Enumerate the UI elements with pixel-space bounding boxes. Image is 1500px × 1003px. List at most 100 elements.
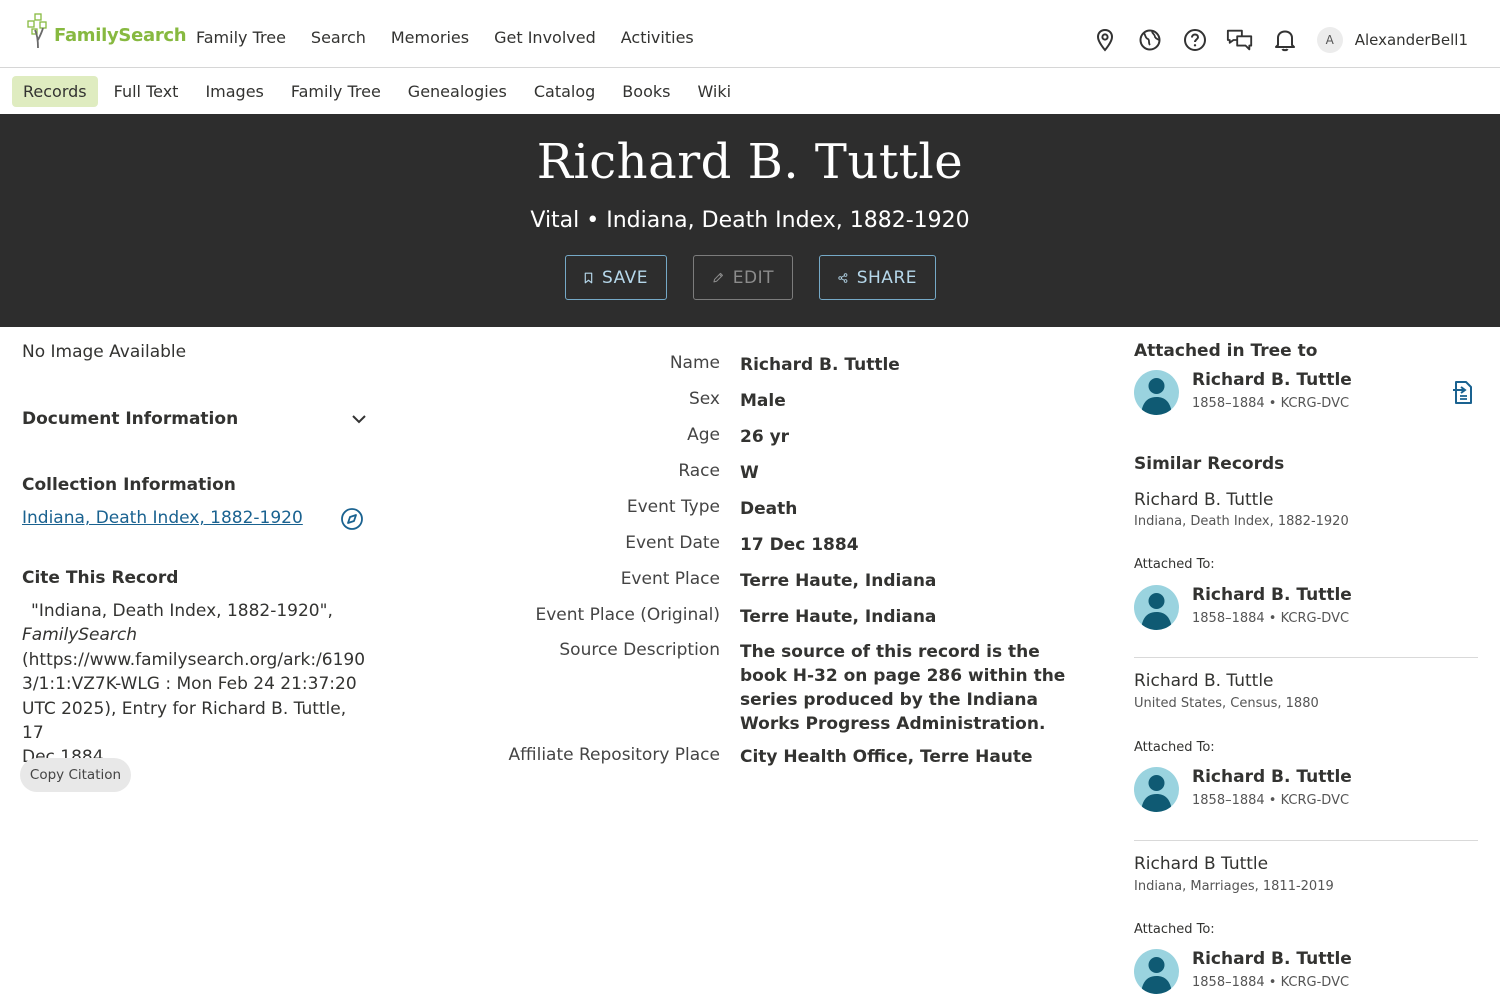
similar-person-card[interactable]: Richard B. Tuttle 1858–1884 • KCRG-DVC bbox=[1134, 949, 1478, 997]
citation-line-3: (https://www.familysearch.org/ark:/6190 bbox=[22, 649, 366, 670]
edit-button[interactable]: EDIT bbox=[693, 255, 793, 300]
detail-label-event-place-original: Event Place (Original) bbox=[535, 605, 721, 625]
tab-family-tree[interactable]: Family Tree bbox=[280, 76, 392, 107]
person-name: Richard B. Tuttle bbox=[1192, 949, 1352, 969]
person-name: Richard B. Tuttle bbox=[1192, 370, 1352, 390]
detail-label-name: Name bbox=[669, 353, 720, 373]
detail-value-affiliate-repository-place: City Health Office, Terre Haute bbox=[740, 747, 1033, 767]
compass-icon[interactable] bbox=[340, 507, 364, 531]
person-avatar-icon bbox=[1134, 767, 1179, 812]
detail-row: Event Date 17 Dec 1884 bbox=[420, 533, 1110, 569]
nav-get-involved[interactable]: Get Involved bbox=[494, 28, 596, 47]
share-button-label: SHARE bbox=[856, 267, 917, 288]
globe-icon[interactable] bbox=[1136, 26, 1164, 54]
save-button[interactable]: SAVE bbox=[565, 255, 667, 300]
detail-row: Event Place Terre Haute, Indiana bbox=[420, 569, 1110, 605]
pencil-icon bbox=[713, 272, 723, 282]
attached-person-card[interactable]: Richard B. Tuttle 1858–1884 • KCRG-DVC bbox=[1134, 370, 1478, 418]
detail-row: Race W bbox=[420, 461, 1110, 497]
record-hero: Richard B. Tuttle Vital • Indiana, Death… bbox=[0, 114, 1500, 327]
messages-icon[interactable] bbox=[1226, 26, 1254, 54]
attached-to-label: Attached To: bbox=[1134, 922, 1215, 937]
detail-label-event-date: Event Date bbox=[625, 533, 720, 553]
detail-value-event-type: Death bbox=[740, 499, 798, 519]
nav-family-tree[interactable]: Family Tree bbox=[196, 28, 286, 47]
help-icon[interactable] bbox=[1181, 26, 1209, 54]
similar-record-collection: Indiana, Death Index, 1882-1920 bbox=[1134, 514, 1349, 529]
share-button[interactable]: SHARE bbox=[819, 255, 936, 300]
citation-line-5: UTC 2025), Entry for Richard B. Tuttle, … bbox=[22, 698, 347, 744]
tab-records[interactable]: Records bbox=[12, 75, 98, 107]
bookmark-icon bbox=[584, 272, 593, 283]
similar-record-collection: Indiana, Marriages, 1811-2019 bbox=[1134, 879, 1334, 894]
similar-record-collection: United States, Census, 1880 bbox=[1134, 696, 1319, 711]
detail-row: Event Place (Original) Terre Haute, Indi… bbox=[420, 605, 1110, 640]
tab-wiki[interactable]: Wiki bbox=[686, 76, 742, 107]
copy-citation-button[interactable]: Copy Citation bbox=[20, 758, 131, 792]
top-navigation-bar: FamilySearch Family Tree Search Memories… bbox=[0, 0, 1500, 68]
person-lifespan-id: 1858–1884 • KCRG-DVC bbox=[1192, 396, 1350, 411]
divider bbox=[1134, 840, 1478, 841]
detail-row: Event Type Death bbox=[420, 497, 1110, 533]
detail-value-race: W bbox=[740, 463, 759, 483]
edit-button-label: EDIT bbox=[732, 267, 774, 288]
attached-in-tree-heading: Attached in Tree to bbox=[1134, 341, 1318, 361]
detail-value-event-date: 17 Dec 1884 bbox=[740, 535, 859, 555]
nav-memories[interactable]: Memories bbox=[391, 28, 469, 47]
detail-label-race: Race bbox=[678, 461, 720, 481]
detail-label-source-description: Source Description bbox=[559, 640, 720, 660]
tree-document-icon[interactable] bbox=[1452, 380, 1474, 406]
record-actions: SAVE EDIT SHARE bbox=[0, 255, 1500, 300]
collection-information-heading: Collection Information bbox=[22, 475, 236, 495]
detail-row: Sex Male bbox=[420, 389, 1110, 425]
similar-person-card[interactable]: Richard B. Tuttle 1858–1884 • KCRG-DVC bbox=[1134, 767, 1478, 815]
similar-person-card[interactable]: Richard B. Tuttle 1858–1884 • KCRG-DVC bbox=[1134, 585, 1478, 633]
detail-label-event-place: Event Place bbox=[620, 569, 720, 589]
familysearch-logo[interactable]: FamilySearch bbox=[26, 12, 187, 52]
user-avatar[interactable]: A bbox=[1316, 27, 1343, 53]
cite-this-record-heading: Cite This Record bbox=[22, 568, 179, 588]
tree-logo-icon bbox=[27, 13, 47, 49]
citation-line-4: 3/1:1:VZ7K-WLG : Mon Feb 24 21:37:20 bbox=[22, 674, 357, 695]
tab-catalog[interactable]: Catalog bbox=[523, 76, 606, 107]
tab-genealogies[interactable]: Genealogies bbox=[397, 76, 518, 107]
chevron-down-icon bbox=[352, 415, 366, 424]
record-details: Name Richard B. Tuttle Sex Male Age 26 y… bbox=[420, 353, 1110, 781]
notifications-bell-icon[interactable] bbox=[1271, 26, 1299, 54]
username[interactable]: AlexanderBell1 bbox=[1355, 31, 1468, 49]
tab-full-text[interactable]: Full Text bbox=[103, 76, 190, 107]
person-name: Richard B. Tuttle bbox=[1192, 585, 1352, 605]
person-lifespan-id: 1858–1884 • KCRG-DVC bbox=[1192, 793, 1350, 808]
person-lifespan-id: 1858–1884 • KCRG-DVC bbox=[1192, 611, 1350, 626]
detail-row: Name Richard B. Tuttle bbox=[420, 353, 1110, 389]
collection-link[interactable]: Indiana, Death Index, 1882-1920 bbox=[22, 508, 303, 528]
tab-images[interactable]: Images bbox=[194, 76, 274, 107]
document-information-toggle[interactable]: Document Information bbox=[22, 409, 367, 429]
search-subnav: Records Full Text Images Family Tree Gen… bbox=[0, 68, 1500, 114]
detail-value-event-place: Terre Haute, Indiana bbox=[740, 571, 937, 591]
citation-line-1: "Indiana, Death Index, 1882-1920", bbox=[31, 601, 333, 621]
attached-to-label: Attached To: bbox=[1134, 740, 1215, 755]
detail-value-age: 26 yr bbox=[740, 427, 790, 447]
similar-record-title[interactable]: Richard B Tuttle bbox=[1134, 854, 1268, 874]
person-lifespan-id: 1858–1884 • KCRG-DVC bbox=[1192, 975, 1350, 990]
similar-record-title[interactable]: Richard B. Tuttle bbox=[1134, 490, 1274, 510]
record-title: Richard B. Tuttle bbox=[536, 134, 964, 190]
person-avatar-icon bbox=[1134, 585, 1179, 630]
detail-row: Age 26 yr bbox=[420, 425, 1110, 461]
detail-value-source-description: The source of this record is the book H-… bbox=[740, 642, 1066, 734]
similar-record-title[interactable]: Richard B. Tuttle bbox=[1134, 671, 1274, 691]
nav-search[interactable]: Search bbox=[311, 28, 366, 47]
tab-books[interactable]: Books bbox=[611, 76, 681, 107]
detail-label-sex: Sex bbox=[688, 389, 720, 409]
nav-activities[interactable]: Activities bbox=[621, 28, 694, 47]
location-pin-icon[interactable] bbox=[1091, 26, 1119, 54]
detail-label-age: Age bbox=[687, 425, 720, 445]
detail-value-sex: Male bbox=[740, 391, 786, 411]
main-nav: Family Tree Search Memories Get Involved… bbox=[196, 28, 719, 47]
header-actions: A AlexanderBell1 bbox=[1091, 22, 1500, 58]
detail-value-name: Richard B. Tuttle bbox=[740, 355, 900, 375]
detail-label-affiliate-repository-place: Affiliate Repository Place bbox=[508, 745, 720, 765]
document-information-heading: Document Information bbox=[22, 409, 239, 429]
citation-text: "Indiana, Death Index, 1882-1920", Famil… bbox=[22, 599, 372, 770]
